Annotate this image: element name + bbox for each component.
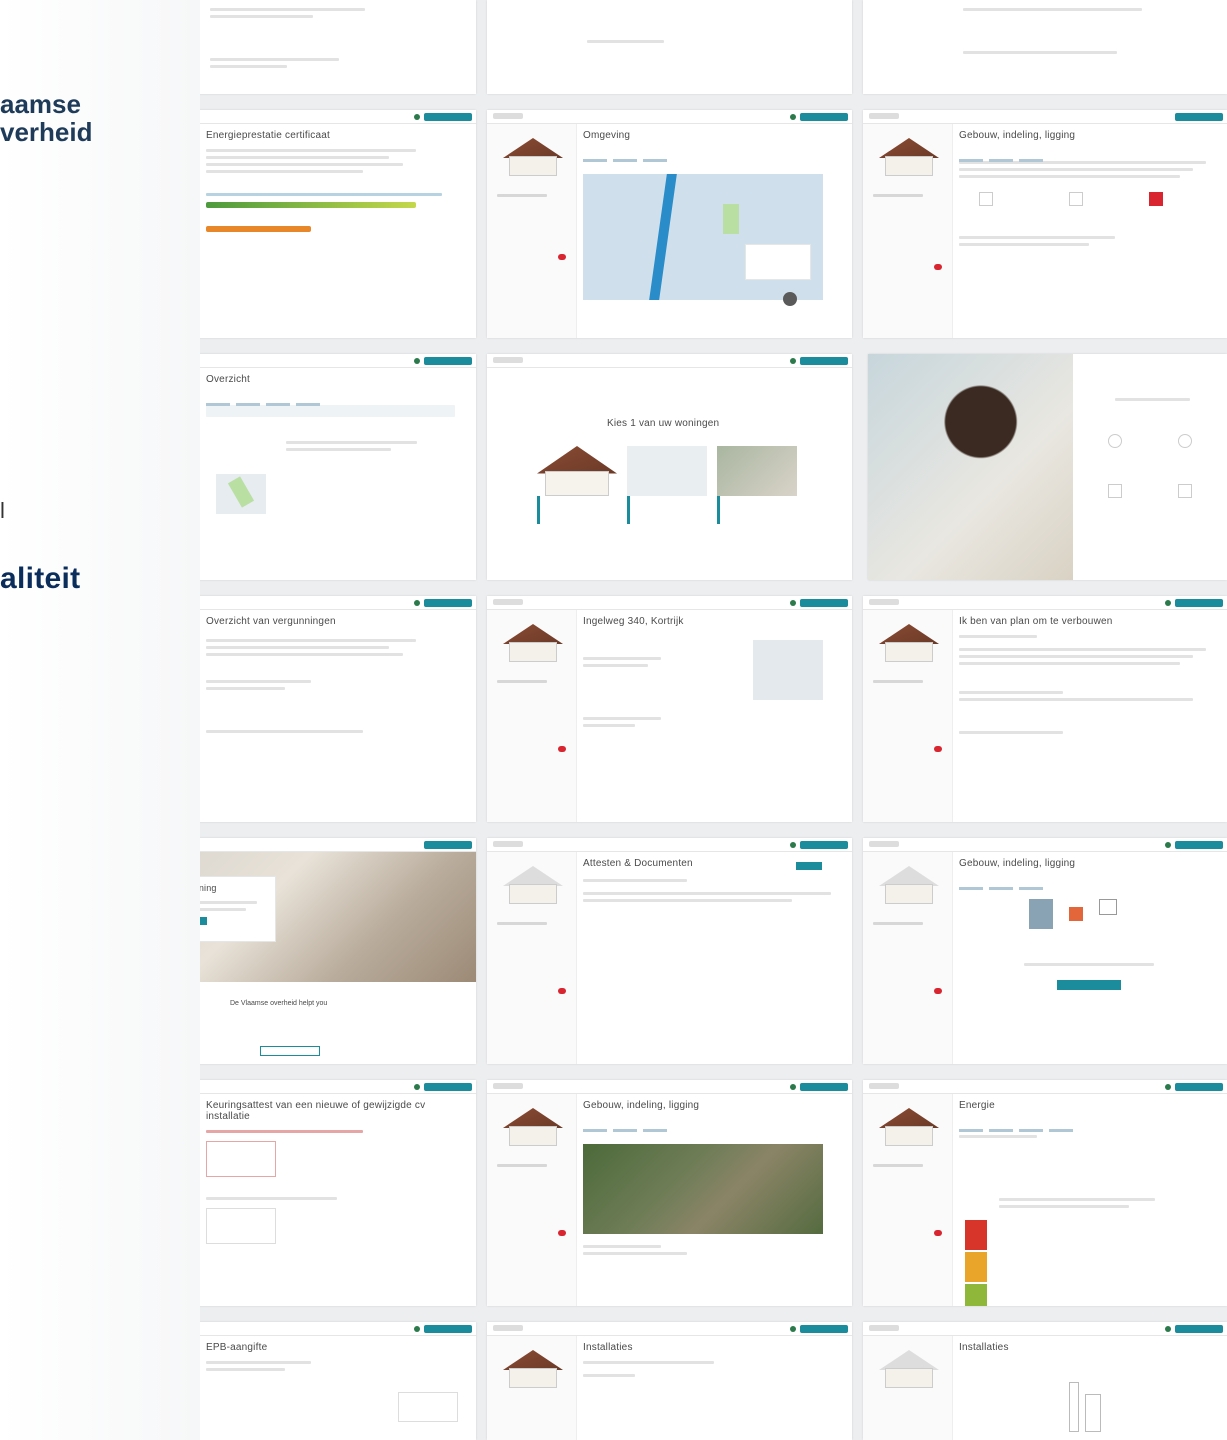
tile-attesten: Attesten & Documenten <box>487 838 852 1064</box>
page-title: Omgeving <box>583 130 631 141</box>
tile-cta-button[interactable] <box>424 841 472 849</box>
tile-omgeving: Omgeving <box>487 110 852 338</box>
tile-cta-button[interactable] <box>1175 113 1223 121</box>
page-title: Gebouw, indeling, ligging <box>583 1100 700 1111</box>
tile-top-right <box>863 0 1227 94</box>
brand-panel: aamse verheid l aliteit <box>0 0 200 1440</box>
tile-cta-button[interactable] <box>1175 841 1223 849</box>
map-control-icon[interactable] <box>783 292 797 306</box>
tile-cta-button[interactable] <box>800 113 848 121</box>
tile-cta-button[interactable] <box>424 357 472 365</box>
page-title: Keuringsattest van een nieuwe of gewijzi… <box>206 1100 426 1122</box>
page-title: Installaties <box>959 1342 1009 1353</box>
tile-gebouw-1: Gebouw, indeling, ligging <box>863 110 1227 338</box>
tile-cta-button[interactable] <box>800 357 848 365</box>
tile-adres: Ingelweg 340, Kortrijk <box>487 596 852 822</box>
page-title: Ik ben van plan om te verbouwen <box>959 616 1113 627</box>
hero-fragment: l <box>0 498 5 523</box>
page-title: Overzicht <box>206 374 251 385</box>
tile-cta-button[interactable] <box>1175 1325 1223 1333</box>
tile-top-mid <box>487 0 852 94</box>
screens-grid: Energieprestatie certificaat Omgeving Ge… <box>110 0 1227 1440</box>
tile-cta-button[interactable] <box>1175 599 1223 607</box>
tile-cta-button[interactable] <box>800 1083 848 1091</box>
hero-subtitle: De Vlaamse overheid helpt you <box>230 1000 328 1007</box>
tile-energie: Energie <box>863 1080 1227 1306</box>
tile-cta-button[interactable] <box>800 599 848 607</box>
page-title: Kies 1 van uw woningen <box>607 418 720 429</box>
tile-cta-button[interactable] <box>800 841 848 849</box>
house-option[interactable] <box>537 446 617 496</box>
aerial-map[interactable] <box>583 1144 823 1234</box>
house-option[interactable] <box>627 446 707 496</box>
page-title: Gebouw, indeling, ligging <box>959 858 1076 869</box>
page-title: Energie <box>959 1100 995 1111</box>
tile-cta-button[interactable] <box>424 1083 472 1091</box>
tile-photo-woman <box>868 354 1227 580</box>
tile-verbouwen: Ik ben van plan om te verbouwen <box>863 596 1227 822</box>
filter-button[interactable] <box>796 862 822 870</box>
tile-installaties-1: Installaties <box>487 1322 852 1440</box>
tile-cta-button[interactable] <box>800 1325 848 1333</box>
tile-cta-button[interactable] <box>424 113 472 121</box>
page-title: EPB-aangifte <box>206 1342 268 1353</box>
tile-cta-button[interactable] <box>424 599 472 607</box>
tile-installaties-2: Installaties <box>863 1322 1227 1440</box>
tile-cta-button[interactable] <box>1175 1083 1223 1091</box>
hero-title: aliteit <box>0 562 81 595</box>
tile-cta-button[interactable] <box>424 1325 472 1333</box>
photo-woman <box>868 354 1073 580</box>
page-title: Overzicht van vergunningen <box>206 616 336 627</box>
collage-page: Energieprestatie certificaat Omgeving Ge… <box>0 0 1227 1440</box>
energy-label-stack <box>965 1220 987 1306</box>
house-option[interactable] <box>717 446 797 496</box>
brand-logo-text: aamse verheid <box>0 89 93 147</box>
cta-button[interactable] <box>1057 980 1121 990</box>
tile-kies-woning: Kies 1 van uw woningen <box>487 354 852 580</box>
tile-gebouw-2: Gebouw, indeling, ligging <box>863 838 1227 1064</box>
map-view[interactable] <box>583 174 823 300</box>
tile-gebouw-3: Gebouw, indeling, ligging <box>487 1080 852 1306</box>
page-title: Ingelweg 340, Kortrijk <box>583 616 684 627</box>
page-title: Gebouw, indeling, ligging <box>959 130 1076 141</box>
page-title: Installaties <box>583 1342 633 1353</box>
page-title: Energieprestatie certificaat <box>206 130 330 141</box>
